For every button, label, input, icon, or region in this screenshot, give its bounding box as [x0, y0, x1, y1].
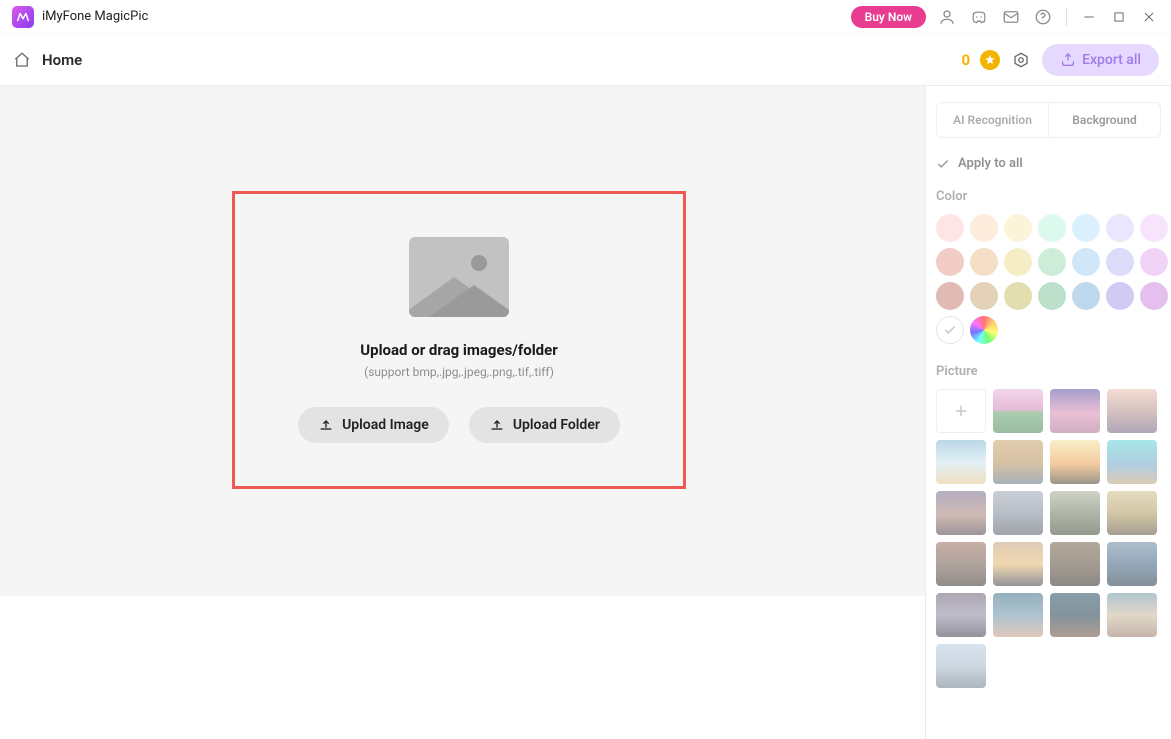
picture-thumb[interactable]	[993, 491, 1043, 535]
account-icon[interactable]	[936, 6, 958, 28]
color-swatch[interactable]	[1038, 214, 1066, 242]
breadcrumb-home-label: Home	[42, 51, 82, 69]
title-bar-right: Buy Now	[851, 6, 1159, 28]
workspace: Upload or drag images/folder (support bm…	[0, 86, 925, 739]
discord-icon[interactable]	[968, 6, 990, 28]
picture-thumb[interactable]	[936, 644, 986, 688]
color-picker-swatch[interactable]	[970, 316, 998, 344]
credits-count: 0	[962, 51, 971, 69]
title-bar: iMyFone MagicPic Buy Now	[0, 0, 1171, 34]
add-picture-button[interactable]	[936, 389, 986, 433]
color-swatch-grid	[936, 214, 1161, 344]
picture-thumb[interactable]	[1107, 542, 1157, 586]
check-icon	[943, 323, 957, 337]
picture-thumb[interactable]	[936, 542, 986, 586]
picture-thumb[interactable]	[1107, 491, 1157, 535]
apply-to-all-toggle[interactable]: Apply to all	[936, 156, 1161, 171]
color-swatch[interactable]	[1038, 282, 1066, 310]
color-swatch[interactable]	[1106, 214, 1134, 242]
side-tabs: AI Recognition Background	[936, 102, 1161, 138]
color-swatch[interactable]	[1038, 248, 1066, 276]
picture-thumb[interactable]	[1050, 389, 1100, 433]
color-swatch[interactable]	[936, 214, 964, 242]
side-panel: AI Recognition Background Apply to all C…	[925, 86, 1171, 739]
picture-thumb[interactable]	[993, 593, 1043, 637]
picture-thumb-grid	[936, 389, 1161, 688]
picture-thumb[interactable]	[993, 440, 1043, 484]
color-swatch[interactable]	[970, 248, 998, 276]
picture-thumb[interactable]	[993, 389, 1043, 433]
workspace-bottom-panel	[0, 596, 925, 739]
toolbar: Home 0 Export all	[0, 34, 1171, 86]
color-swatch[interactable]	[1004, 214, 1032, 242]
color-swatch[interactable]	[1072, 214, 1100, 242]
toolbar-right: 0 Export all	[962, 44, 1160, 76]
tab-ai-recognition[interactable]: AI Recognition	[937, 103, 1048, 137]
picture-thumb[interactable]	[1050, 440, 1100, 484]
window-maximize-icon[interactable]	[1109, 7, 1129, 27]
window-close-icon[interactable]	[1139, 7, 1159, 27]
coin-icon[interactable]	[980, 50, 1000, 70]
color-swatch[interactable]	[936, 282, 964, 310]
picture-thumb[interactable]	[1107, 440, 1157, 484]
color-swatch[interactable]	[1004, 282, 1032, 310]
title-bar-left: iMyFone MagicPic	[12, 6, 148, 28]
color-swatch[interactable]	[1140, 214, 1168, 242]
picture-thumb[interactable]	[936, 491, 986, 535]
app-logo-icon	[12, 6, 34, 28]
picture-thumb[interactable]	[1107, 593, 1157, 637]
home-icon	[12, 50, 32, 70]
color-swatch[interactable]	[1072, 282, 1100, 310]
color-swatch[interactable]	[1072, 248, 1100, 276]
buy-now-button[interactable]: Buy Now	[851, 6, 926, 28]
mail-icon[interactable]	[1000, 6, 1022, 28]
plus-icon	[952, 402, 970, 420]
apply-to-all-label: Apply to all	[958, 156, 1023, 171]
picture-thumb[interactable]	[936, 440, 986, 484]
picture-thumb[interactable]	[1050, 542, 1100, 586]
window-minimize-icon[interactable]	[1079, 7, 1099, 27]
picture-thumb[interactable]	[1050, 491, 1100, 535]
export-all-button[interactable]: Export all	[1042, 44, 1159, 76]
color-swatch-none[interactable]	[936, 316, 964, 344]
color-swatch[interactable]	[1106, 248, 1134, 276]
settings-hex-icon[interactable]	[1010, 49, 1032, 71]
picture-section-label: Picture	[936, 364, 1161, 379]
picture-thumb[interactable]	[1107, 389, 1157, 433]
color-swatch[interactable]	[1140, 282, 1168, 310]
picture-thumb[interactable]	[1050, 593, 1100, 637]
color-swatch[interactable]	[1004, 248, 1032, 276]
color-swatch[interactable]	[970, 282, 998, 310]
help-icon[interactable]	[1032, 6, 1054, 28]
picture-thumb[interactable]	[936, 593, 986, 637]
color-section-label: Color	[936, 189, 1161, 204]
breadcrumb[interactable]: Home	[12, 50, 82, 70]
export-all-label: Export all	[1082, 52, 1141, 68]
titlebar-divider	[1066, 8, 1067, 26]
app-title: iMyFone MagicPic	[42, 9, 148, 24]
tab-background[interactable]: Background	[1049, 103, 1160, 137]
color-swatch[interactable]	[970, 214, 998, 242]
main: Upload or drag images/folder (support bm…	[0, 86, 1171, 739]
color-swatch[interactable]	[936, 248, 964, 276]
color-swatch[interactable]	[1140, 248, 1168, 276]
picture-thumb[interactable]	[993, 542, 1043, 586]
check-icon	[936, 157, 950, 171]
highlight-annotation	[232, 191, 686, 489]
color-swatch[interactable]	[1106, 282, 1134, 310]
